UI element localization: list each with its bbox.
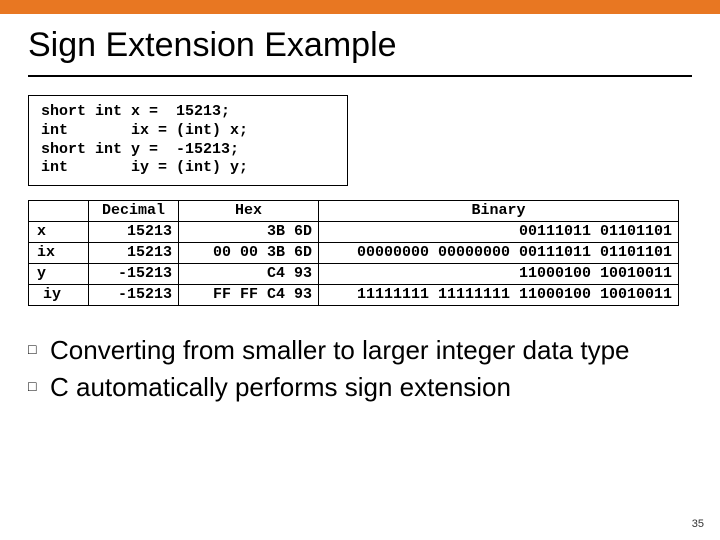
header-blank bbox=[29, 201, 89, 222]
cell-bin: 00111011 01101101 bbox=[319, 222, 679, 243]
list-item: □ Converting from smaller to larger inte… bbox=[28, 334, 692, 367]
header-decimal: Decimal bbox=[89, 201, 179, 222]
cell-var: y bbox=[29, 264, 89, 285]
bullet-list: □ Converting from smaller to larger inte… bbox=[28, 334, 692, 403]
bullet-icon: □ bbox=[28, 371, 50, 404]
table-row: x 15213 3B 6D 00111011 01101101 bbox=[29, 222, 679, 243]
table-row: y -15213 C4 93 11000100 10010011 bbox=[29, 264, 679, 285]
cell-bin: 00000000 00000000 00111011 01101101 bbox=[319, 243, 679, 264]
cell-bin: 11111111 11111111 11000100 10010011 bbox=[319, 285, 679, 306]
cell-var: iy bbox=[29, 285, 89, 306]
cell-hex: 00 00 3B 6D bbox=[179, 243, 319, 264]
list-item: □ C automatically performs sign extensio… bbox=[28, 371, 692, 404]
bullet-text: Converting from smaller to larger intege… bbox=[50, 334, 692, 367]
sign-extension-table: Decimal Hex Binary x 15213 3B 6D 0011101… bbox=[28, 200, 679, 306]
table-row: iy -15213 FF FF C4 93 11111111 11111111 … bbox=[29, 285, 679, 306]
code-block: short int x = 15213; int ix = (int) x; s… bbox=[28, 95, 348, 186]
cell-hex: FF FF C4 93 bbox=[179, 285, 319, 306]
cell-dec: -15213 bbox=[89, 285, 179, 306]
header-binary: Binary bbox=[319, 201, 679, 222]
bullet-icon: □ bbox=[28, 334, 50, 367]
accent-bar bbox=[0, 0, 720, 14]
cell-var: x bbox=[29, 222, 89, 243]
cell-dec: 15213 bbox=[89, 243, 179, 264]
bullet-text: C automatically performs sign extension bbox=[50, 371, 692, 404]
cell-bin: 11000100 10010011 bbox=[319, 264, 679, 285]
cell-dec: 15213 bbox=[89, 222, 179, 243]
table-header-row: Decimal Hex Binary bbox=[29, 201, 679, 222]
slide-title: Sign Extension Example bbox=[28, 26, 692, 65]
header-hex: Hex bbox=[179, 201, 319, 222]
divider bbox=[28, 75, 692, 77]
cell-hex: 3B 6D bbox=[179, 222, 319, 243]
cell-dec: -15213 bbox=[89, 264, 179, 285]
page-number: 35 bbox=[692, 518, 704, 530]
table-row: ix 15213 00 00 3B 6D 00000000 00000000 0… bbox=[29, 243, 679, 264]
cell-hex: C4 93 bbox=[179, 264, 319, 285]
cell-var: ix bbox=[29, 243, 89, 264]
slide-content: Sign Extension Example short int x = 152… bbox=[0, 14, 720, 403]
